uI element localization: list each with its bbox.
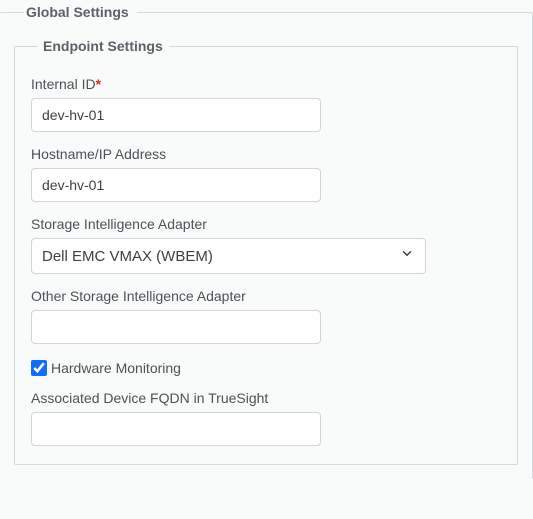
hostname-label: Hostname/IP Address (31, 146, 501, 162)
adapter-label: Storage Intelligence Adapter (31, 216, 501, 232)
adapter-select[interactable]: Dell EMC VMAX (WBEM) (31, 238, 426, 274)
endpoint-settings-fieldset: Endpoint Settings Internal ID* Hostname/… (14, 38, 518, 465)
hardware-monitoring-row: Hardware Monitoring (31, 360, 501, 376)
global-settings-fieldset: Global Settings Endpoint Settings Intern… (0, 4, 533, 479)
adapter-row: Storage Intelligence Adapter Dell EMC VM… (31, 216, 501, 274)
internal-id-label-text: Internal ID (31, 76, 96, 92)
internal-id-label: Internal ID* (31, 76, 501, 92)
endpoint-settings-legend: Endpoint Settings (37, 38, 169, 54)
adapter-select-wrap: Dell EMC VMAX (WBEM) (31, 238, 426, 274)
other-adapter-label: Other Storage Intelligence Adapter (31, 288, 501, 304)
global-settings-legend: Global Settings (24, 4, 137, 20)
internal-id-input[interactable] (31, 98, 321, 132)
other-adapter-row: Other Storage Intelligence Adapter (31, 288, 501, 344)
required-star-icon: * (96, 76, 101, 92)
hardware-monitoring-checkbox[interactable] (31, 360, 47, 376)
hostname-row: Hostname/IP Address (31, 146, 501, 202)
associated-fqdn-label: Associated Device FQDN in TrueSight (31, 390, 501, 406)
other-adapter-input[interactable] (31, 310, 321, 344)
hostname-input[interactable] (31, 168, 321, 202)
internal-id-row: Internal ID* (31, 76, 501, 132)
associated-fqdn-row: Associated Device FQDN in TrueSight (31, 390, 501, 446)
hardware-monitoring-label[interactable]: Hardware Monitoring (51, 360, 181, 376)
associated-fqdn-input[interactable] (31, 412, 321, 446)
